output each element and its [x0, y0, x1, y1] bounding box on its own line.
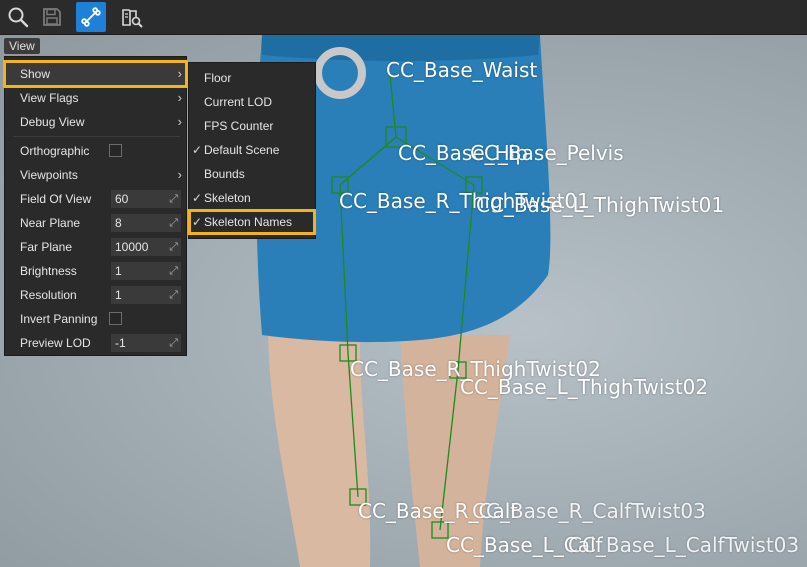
submenu-item-label: Current LOD — [204, 95, 273, 109]
submenu-item-label: FPS Counter — [204, 119, 274, 133]
asset-browser-button[interactable] — [117, 2, 147, 32]
menu-item-view-flags[interactable]: View Flags › — [5, 86, 186, 110]
menu-item-label: Brightness — [20, 264, 77, 278]
expand-arrows-icon[interactable]: ⤢ — [169, 238, 178, 256]
menu-item-label: Near Plane — [20, 216, 81, 230]
chevron-right-icon: › — [177, 167, 182, 182]
chevron-right-icon: › — [177, 114, 182, 129]
menu-item-label: Debug View — [20, 115, 85, 129]
view-menu-tab[interactable]: View — [4, 38, 40, 54]
submenu-item-label: Skeleton — [204, 191, 251, 205]
bone-icon — [81, 7, 101, 27]
menu-item-show[interactable]: Show › — [3, 60, 188, 88]
brightness-input[interactable]: 1 ⤢ — [111, 262, 181, 280]
submenu-item-skeleton[interactable]: ✓ Skeleton — [189, 186, 315, 210]
field-value: 10000 — [115, 240, 149, 254]
chevron-right-icon: › — [177, 90, 182, 105]
bone-label-l-thigh-twist01: CC_Base_L_ThighTwist01 — [476, 193, 725, 217]
submenu-item-default-scene[interactable]: ✓ Default Scene — [189, 138, 315, 162]
invert-panning-checkbox[interactable] — [109, 312, 122, 325]
submenu-item-label: Bounds — [204, 167, 245, 181]
main-toolbar — [0, 0, 807, 35]
show-submenu: Floor Current LOD FPS Counter ✓ Default … — [188, 62, 316, 239]
resolution-input[interactable]: 1 ⤢ — [111, 286, 181, 304]
far-plane-input[interactable]: 10000 ⤢ — [111, 238, 181, 256]
menu-item-label: Preview LOD — [20, 336, 91, 350]
save-icon — [43, 8, 61, 26]
menu-item-preview-lod: Preview LOD -1 ⤢ — [5, 331, 186, 355]
menu-item-label: View Flags — [20, 91, 79, 105]
preview-lod-input[interactable]: -1 ⤢ — [111, 334, 181, 352]
search-button[interactable] — [3, 2, 33, 32]
bone-label-l-thigh-twist02: CC_Base_L_ThighTwist02 — [460, 375, 709, 399]
menu-item-label: Viewpoints — [20, 168, 78, 182]
save-button[interactable] — [37, 2, 67, 32]
menu-item-label: Orthographic — [20, 144, 90, 158]
checkmark-icon: ✓ — [192, 143, 203, 157]
menu-item-resolution: Resolution 1 ⤢ — [5, 283, 186, 307]
book-search-icon — [122, 9, 143, 28]
field-value: -1 — [115, 336, 126, 350]
chevron-right-icon: › — [177, 66, 182, 81]
menu-item-label: Show — [20, 67, 51, 81]
menu-item-viewpoints[interactable]: Viewpoints › — [5, 163, 186, 187]
menu-item-label: Invert Panning — [20, 312, 98, 326]
bone-label-l-calf-twist: CC_Base_L_CalfTwist03 — [568, 533, 800, 557]
menu-item-far-plane: Far Plane 10000 ⤢ — [5, 235, 186, 259]
submenu-item-label: Floor — [204, 71, 232, 85]
menu-item-field-of-view: Field Of View 60 ⤢ — [5, 187, 186, 211]
submenu-item-label: Skeleton Names — [204, 215, 293, 229]
field-of-view-input[interactable]: 60 ⤢ — [111, 190, 181, 208]
menu-item-label: Field Of View — [20, 192, 92, 206]
field-value: 60 — [115, 192, 129, 206]
expand-arrows-icon[interactable]: ⤢ — [169, 190, 178, 208]
submenu-item-label: Default Scene — [204, 143, 280, 157]
menu-item-invert-panning[interactable]: Invert Panning — [5, 307, 186, 331]
bone-label-waist: CC_Base_Waist — [386, 58, 538, 82]
checkmark-icon: ✓ — [192, 215, 203, 229]
menu-item-label: Resolution — [20, 288, 77, 302]
menu-item-label: Far Plane — [20, 240, 73, 254]
expand-arrows-icon[interactable]: ⤢ — [169, 214, 178, 232]
checkmark-icon: ✓ — [192, 191, 203, 205]
orthographic-checkbox[interactable] — [109, 144, 122, 157]
submenu-item-fps-counter[interactable]: FPS Counter — [189, 114, 315, 138]
menu-item-orthographic[interactable]: Orthographic — [5, 139, 186, 163]
submenu-item-current-lod[interactable]: Current LOD — [189, 90, 315, 114]
bone-label-r-calf-twist: CC_Base_R_CalfTwist03 — [472, 499, 706, 523]
search-icon — [8, 7, 29, 28]
submenu-item-bounds[interactable]: Bounds — [189, 162, 315, 186]
field-value: 1 — [115, 288, 122, 302]
submenu-item-skeleton-names[interactable]: ✓ Skeleton Names — [188, 209, 316, 235]
bone-label-pelvis: CC_Base_Pelvis — [470, 141, 624, 165]
field-value: 8 — [115, 216, 122, 230]
field-value: 1 — [115, 264, 122, 278]
menu-separator — [13, 136, 180, 137]
skeleton-toggle-button[interactable] — [76, 2, 106, 32]
menu-item-brightness: Brightness 1 ⤢ — [5, 259, 186, 283]
menu-item-near-plane: Near Plane 8 ⤢ — [5, 211, 186, 235]
expand-arrows-icon[interactable]: ⤢ — [169, 334, 178, 352]
view-menu: Show › View Flags › Debug View › Orthogr… — [3, 56, 188, 356]
menu-item-debug-view[interactable]: Debug View › — [5, 110, 186, 134]
expand-arrows-icon[interactable]: ⤢ — [169, 262, 178, 280]
submenu-item-floor[interactable]: Floor — [189, 66, 315, 90]
near-plane-input[interactable]: 8 ⤢ — [111, 214, 181, 232]
expand-arrows-icon[interactable]: ⤢ — [169, 286, 178, 304]
